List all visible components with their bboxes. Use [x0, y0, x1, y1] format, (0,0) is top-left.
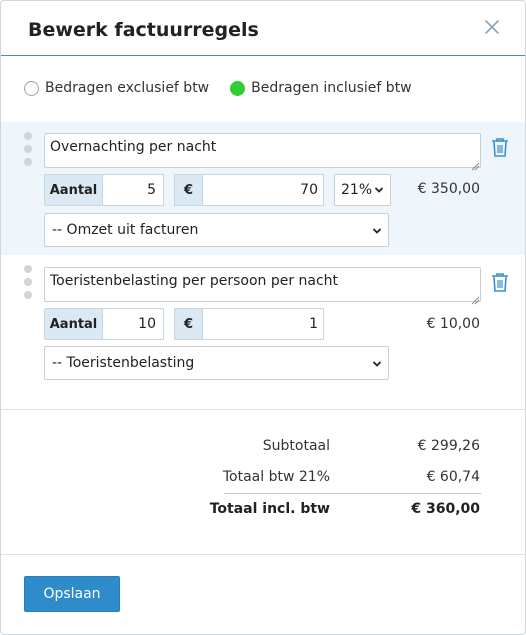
trash-icon[interactable]	[491, 272, 509, 292]
trash-icon[interactable]	[491, 137, 509, 157]
line-description-field[interactable]: Overnachting per nacht	[44, 133, 481, 168]
line-amount: € 350,00	[417, 181, 480, 197]
close-icon[interactable]	[483, 18, 501, 36]
resize-grip-icon[interactable]	[471, 159, 480, 175]
category-select[interactable]: -- Toeristenbelasting	[44, 346, 389, 380]
category-value: -- Omzet uit facturen	[52, 222, 199, 238]
category-select[interactable]: -- Omzet uit facturen	[44, 213, 389, 247]
chevron-down-icon	[372, 228, 382, 234]
footer-divider	[1, 554, 525, 555]
grand-total-label: Totaal incl. btw	[209, 501, 330, 517]
quantity-input[interactable]: 5	[102, 174, 164, 206]
drag-handle-icon[interactable]	[24, 265, 32, 304]
subtotal-value: € 299,26	[417, 438, 480, 454]
line-fields-row: Aantal 5 € 70 21%	[44, 174, 391, 206]
divider	[1, 409, 525, 410]
dialog-title: Bewerk factuurregels	[28, 19, 259, 41]
chevron-down-icon	[374, 187, 384, 193]
radio-inclusive-vat[interactable]: Bedragen inclusief btw	[230, 80, 412, 96]
invoice-line: Toeristenbelasting per persoon per nacht…	[1, 255, 525, 389]
quantity-input[interactable]: 10	[102, 308, 164, 340]
dialog-header: Bewerk factuurregels	[1, 1, 525, 56]
vat-rate-value: 21%	[341, 182, 373, 198]
price-mode-radio-group: Bedragen exclusief btw Bedragen inclusie…	[24, 78, 433, 98]
price-input[interactable]: 1	[202, 308, 324, 340]
radio-exclusive-vat[interactable]: Bedragen exclusief btw	[24, 80, 209, 96]
vat-total-value: € 60,74	[426, 469, 480, 485]
quantity-label: Aantal	[44, 174, 102, 206]
invoice-line: Overnachting per nacht Aantal 5 € 70 21%…	[1, 122, 525, 255]
radio-circle-checked[interactable]	[230, 80, 246, 96]
totals-divider	[224, 493, 481, 494]
save-button[interactable]: Opslaan	[24, 576, 120, 612]
quantity-label: Aantal	[44, 308, 102, 340]
drag-handle-icon[interactable]	[24, 132, 32, 171]
line-fields-row: Aantal 10 € 1	[44, 308, 324, 340]
chevron-down-icon	[372, 361, 382, 367]
radio-label: Bedragen inclusief btw	[251, 80, 412, 96]
vat-rate-select[interactable]: 21%	[334, 174, 391, 206]
line-amount: € 10,00	[426, 316, 480, 332]
currency-label: €	[174, 308, 202, 340]
radio-label: Bedragen exclusief btw	[45, 80, 210, 96]
category-value: -- Toeristenbelasting	[52, 355, 195, 371]
vat-total-label: Totaal btw 21%	[222, 469, 330, 485]
edit-invoice-lines-dialog: Bewerk factuurregels Bedragen exclusief …	[0, 0, 526, 635]
grand-total-value: € 360,00	[411, 501, 480, 517]
radio-circle-unchecked[interactable]	[24, 80, 39, 96]
subtotal-label: Subtotaal	[262, 438, 330, 454]
currency-label: €	[174, 174, 202, 206]
line-description-field[interactable]: Toeristenbelasting per persoon per nacht	[44, 267, 481, 302]
price-input[interactable]: 70	[202, 174, 324, 206]
resize-grip-icon[interactable]	[471, 293, 480, 309]
